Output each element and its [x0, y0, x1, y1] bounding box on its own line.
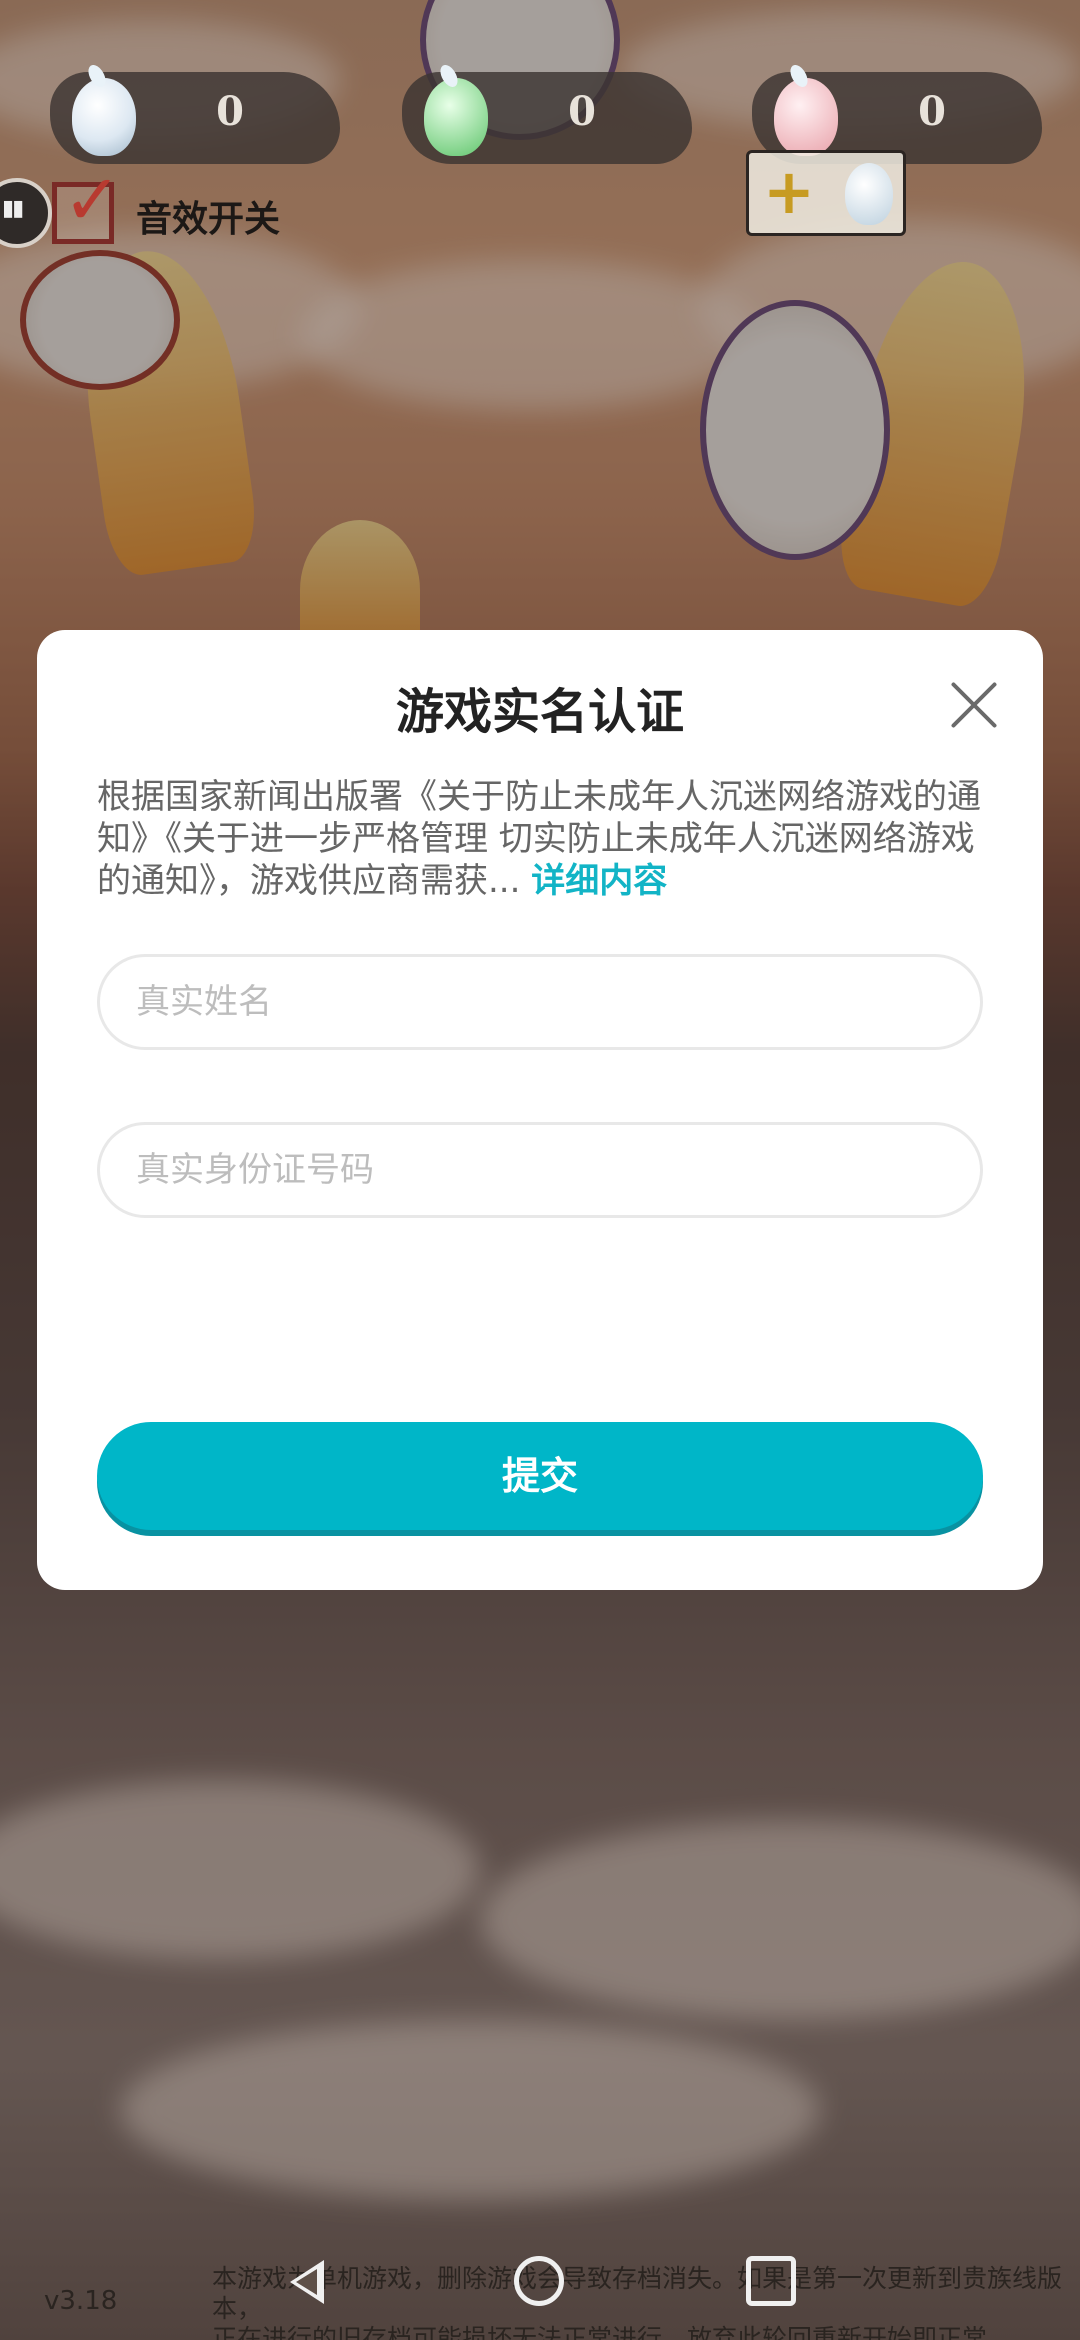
- white-ghost-icon: [72, 78, 136, 156]
- id-number-input[interactable]: [100, 1125, 980, 1215]
- counter-value: 0: [918, 88, 946, 135]
- close-icon[interactable]: [949, 680, 999, 730]
- currency-counter-white: 0: [50, 72, 340, 164]
- details-link[interactable]: 详细内容: [531, 861, 667, 901]
- submit-button[interactable]: 提交: [97, 1422, 983, 1530]
- recent-apps-icon[interactable]: [746, 2256, 796, 2306]
- counter-value: 0: [216, 88, 244, 135]
- counter-value: 0: [568, 88, 596, 135]
- plus-icon: +: [763, 155, 815, 228]
- real-name-input[interactable]: [100, 957, 980, 1047]
- system-navigation-bar: [0, 2250, 1080, 2310]
- notice-paragraph: 根据国家新闻出版署《关于防止未成年人沉迷网络游戏的通知》《关于进一步严格管理 切…: [97, 776, 997, 902]
- real-name-verification-dialog: 游戏实名认证 根据国家新闻出版署《关于防止未成年人沉迷网络游戏的通知》《关于进一…: [37, 630, 1043, 1590]
- sound-toggle-label: 音效开关: [136, 199, 281, 240]
- real-name-field: [97, 954, 983, 1050]
- back-icon[interactable]: [282, 2256, 332, 2306]
- check-icon: ✓: [63, 159, 122, 241]
- currency-counter-green: 0: [402, 72, 692, 164]
- save-warning-line: 正在进行的旧存档可能损坏无法正常进行，放弃此轮回重新开始即正常: [212, 2324, 988, 2340]
- id-number-field: [97, 1122, 983, 1218]
- dialog-title: 游戏实名认证: [395, 684, 684, 740]
- add-ghost-button[interactable]: +: [746, 150, 906, 236]
- sound-toggle-checkbox[interactable]: ✓: [52, 159, 122, 244]
- green-ghost-icon: [424, 78, 488, 156]
- home-icon[interactable]: [514, 2256, 564, 2306]
- pink-ghost-icon: [774, 78, 838, 156]
- ghost-icon: [845, 163, 893, 225]
